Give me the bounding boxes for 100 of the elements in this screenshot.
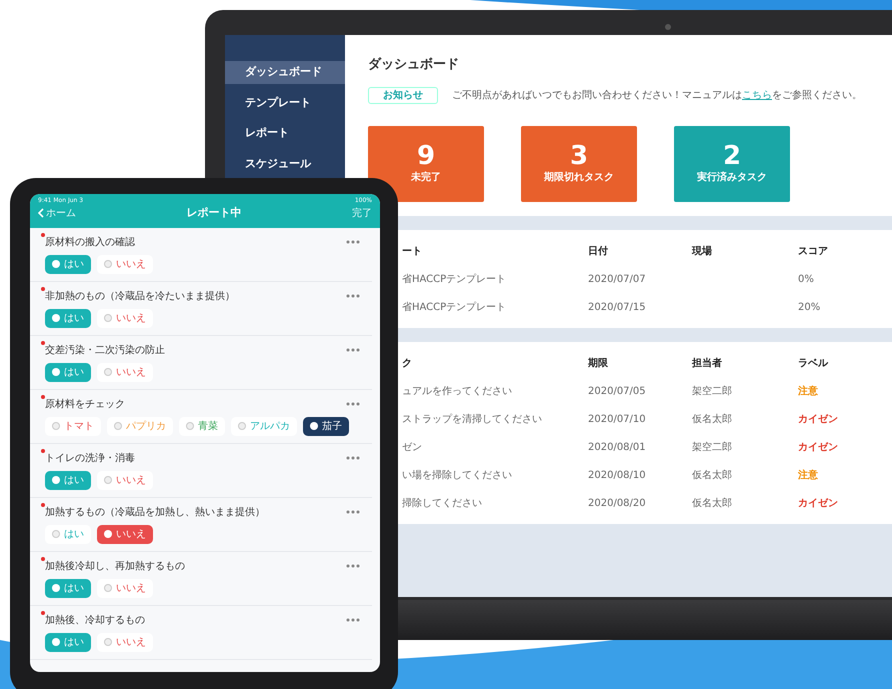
radio-icon xyxy=(104,476,112,484)
option-button[interactable]: 青菜 xyxy=(179,416,225,436)
table-cell-text: 仮名太郎 xyxy=(692,468,733,483)
label-tag: 注意 xyxy=(798,468,818,483)
table-cell-text: 2020/07/10 xyxy=(588,413,647,427)
table-cell-text: 仮名太郎 xyxy=(692,412,733,427)
option-button[interactable]: はい xyxy=(45,254,91,274)
table-cell-text: 2020/08/01 xyxy=(588,441,647,455)
column-header: ク xyxy=(402,357,413,371)
option-button[interactable]: パプリカ xyxy=(107,416,173,436)
radio-icon xyxy=(104,530,112,538)
notice-tag: お知らせ xyxy=(368,86,438,104)
option-button[interactable]: アルパカ xyxy=(231,416,297,436)
table-cell-text: い場を掃除してください xyxy=(402,469,513,483)
option-button[interactable]: いいえ xyxy=(97,308,153,328)
done-button[interactable]: 完了 xyxy=(352,206,372,221)
more-icon[interactable] xyxy=(346,402,360,406)
stat-value: 2 xyxy=(722,142,742,170)
option-button[interactable]: はい xyxy=(45,578,91,598)
screen-title: レポート中 xyxy=(186,205,242,221)
option-button[interactable]: いいえ xyxy=(97,632,153,652)
back-button[interactable]: ホーム xyxy=(38,206,76,221)
column-header: ート xyxy=(402,245,423,259)
question-text: 原材料をチェック xyxy=(45,396,125,412)
question-text: 交差汚染・二次汚染の防止 xyxy=(45,342,165,358)
radio-icon xyxy=(104,314,112,322)
column-header: 期限 xyxy=(588,356,609,371)
table-cell-text: 省HACCPテンプレート xyxy=(402,300,508,315)
column-header: ラベル xyxy=(798,357,830,371)
radio-icon xyxy=(52,368,60,376)
stat-label: 実行済みタスク xyxy=(697,170,767,186)
stat-value: 9 xyxy=(416,142,436,170)
table-cell-text: ュアルを作ってください xyxy=(402,385,513,399)
radio-icon xyxy=(52,260,60,268)
radio-icon xyxy=(186,422,194,430)
sidebar-item[interactable]: ダッシュボード xyxy=(225,61,345,84)
table-cell-text: 仮名太郎 xyxy=(692,496,733,511)
radio-icon xyxy=(52,584,60,592)
option-button[interactable]: トマト xyxy=(45,416,101,436)
column-header: 現場 xyxy=(692,244,713,259)
table-cell-text: 2020/07/15 xyxy=(588,301,647,315)
radio-icon xyxy=(310,422,318,430)
radio-icon xyxy=(104,584,112,592)
option-button[interactable]: 茄子 xyxy=(303,416,349,436)
notice-text: ご不明点があればいつでもお問い合わせください！マニュアルはこちら をご参照ください。 xyxy=(452,88,862,102)
sidebar-item[interactable]: スケジュール xyxy=(225,152,345,175)
option-button[interactable]: いいえ xyxy=(97,362,153,382)
label-tag: 注意 xyxy=(798,384,818,399)
option-button[interactable]: はい xyxy=(45,308,91,328)
label-tag: カイゼン xyxy=(798,412,838,427)
question-text: 加熱後、冷却するもの xyxy=(45,612,145,628)
radio-icon xyxy=(52,530,60,538)
radio-icon xyxy=(238,422,246,430)
sidebar-item[interactable]: レポート xyxy=(225,122,345,144)
table-cell-text: 2020/08/20 xyxy=(588,497,647,511)
option-button[interactable]: はい xyxy=(45,632,91,652)
more-icon[interactable] xyxy=(346,294,360,298)
option-button[interactable]: いいえ xyxy=(97,578,153,598)
table-cell-text: 0% xyxy=(798,273,815,287)
column-header: スコア xyxy=(798,245,829,259)
table-cell-text: ゼン xyxy=(402,441,423,455)
stat-label: 未完了 xyxy=(411,170,441,186)
stat-label: 期限切れタスク xyxy=(544,170,614,186)
option-button[interactable]: いいえ xyxy=(97,524,153,544)
question-text: 原材料の搬入の確認 xyxy=(45,234,135,250)
question-text: 加熱後冷却し、再加熱するもの xyxy=(45,558,185,574)
radio-icon xyxy=(114,422,122,430)
question-text: トイレの洗浄・消毒 xyxy=(45,450,135,466)
radio-icon xyxy=(52,314,60,322)
sidebar-item[interactable]: テンプレート xyxy=(225,92,345,114)
table-cell-text: 架空二郎 xyxy=(692,384,733,399)
question-text: 加熱するもの（冷蔵品を加熱し、熱いまま提供） xyxy=(45,504,265,520)
radio-icon xyxy=(104,368,112,376)
page-title: ダッシュボード xyxy=(368,56,460,74)
more-icon[interactable] xyxy=(346,564,360,568)
radio-icon xyxy=(52,422,60,430)
question-text: 非加熱のもの（冷蔵品を冷たいまま提供） xyxy=(45,288,235,304)
stat-value: 3 xyxy=(570,142,588,170)
label-tag: カイゼン xyxy=(798,496,838,511)
more-icon[interactable] xyxy=(346,456,360,460)
manual-link[interactable]: こちら xyxy=(742,90,772,100)
table-cell-text: 2020/07/05 xyxy=(588,385,647,399)
radio-icon xyxy=(104,260,112,268)
more-icon[interactable] xyxy=(346,618,360,622)
column-header: 日付 xyxy=(588,244,609,259)
radio-icon xyxy=(52,476,60,484)
chevron-left-icon xyxy=(38,208,44,218)
option-button[interactable]: はい xyxy=(45,470,91,490)
option-button[interactable]: いいえ xyxy=(97,470,153,490)
table-cell-text: 省HACCPテンプレート xyxy=(402,272,508,287)
label-tag: カイゼン xyxy=(798,440,838,455)
more-icon[interactable] xyxy=(346,348,360,352)
option-button[interactable]: いいえ xyxy=(97,254,153,274)
table-cell-text: 2020/07/07 xyxy=(588,273,647,287)
more-icon[interactable] xyxy=(346,510,360,514)
option-button[interactable]: はい xyxy=(45,524,91,544)
more-icon[interactable] xyxy=(346,240,360,244)
option-button[interactable]: はい xyxy=(45,362,91,382)
table-cell-text: ストラップを清掃してください xyxy=(402,412,543,427)
radio-icon xyxy=(52,638,60,646)
